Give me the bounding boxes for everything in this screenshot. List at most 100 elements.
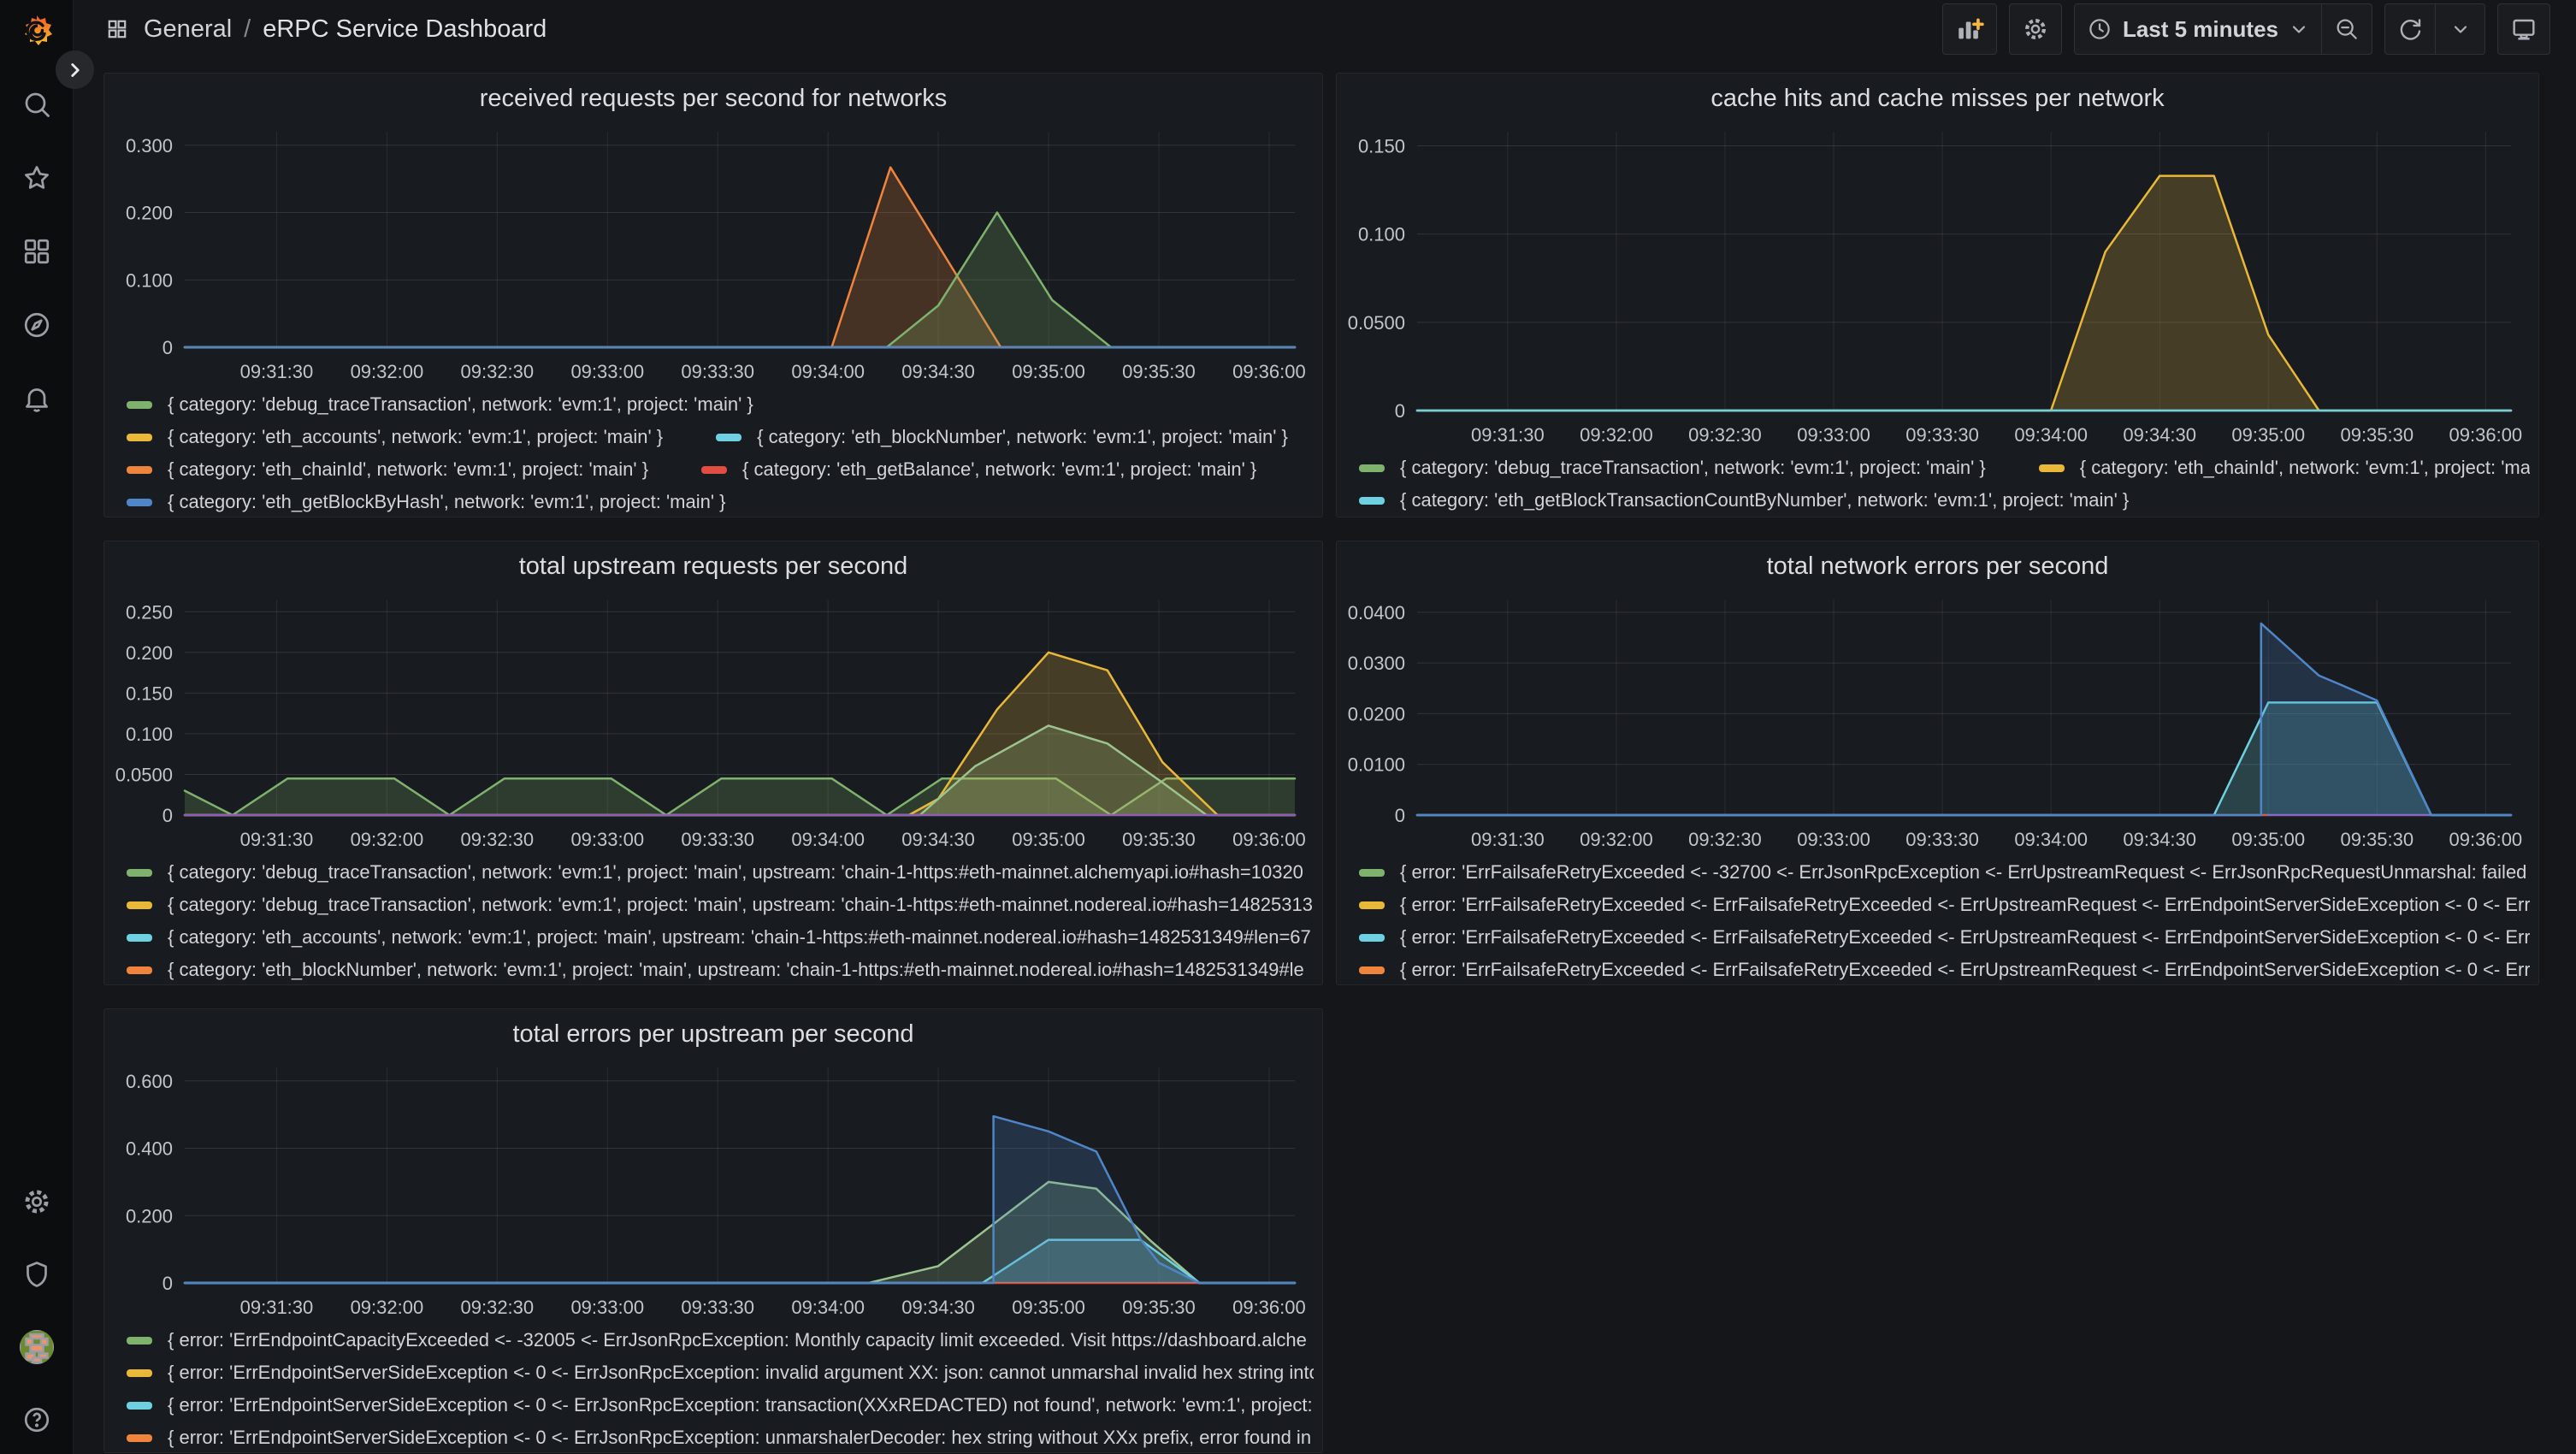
grafana-logo[interactable] <box>17 12 56 51</box>
settings-gear-icon <box>21 1186 52 1217</box>
refresh-button[interactable] <box>2384 3 2436 55</box>
sidebar-expand-button[interactable] <box>56 50 94 89</box>
svg-text:09:33:30: 09:33:30 <box>681 361 754 382</box>
svg-text:09:36:00: 09:36:00 <box>2449 829 2523 850</box>
legend-series-label: { category: 'debug_traceTransaction', ne… <box>168 861 1303 884</box>
timeseries-chart[interactable]: 00.05000.1000.1500.2000.25009:31:3009:32… <box>104 588 1322 854</box>
legend-row: { error: 'ErrEndpointServerSideException… <box>127 1356 1314 1389</box>
refresh-interval-dropdown[interactable] <box>2436 3 2485 55</box>
zoom-out-time-button[interactable] <box>2322 3 2372 55</box>
add-panel-icon <box>1955 15 1984 44</box>
svg-text:09:35:30: 09:35:30 <box>1122 829 1196 850</box>
sidebar-item-starred[interactable] <box>18 159 56 197</box>
legend-series-label: { category: 'eth_getBlockTransactionCoun… <box>1400 489 2129 511</box>
legend-row: { error: 'ErrFailsafeRetryExceeded <- Er… <box>1359 889 2530 921</box>
legend-item[interactable]: { category: 'eth_chainId', network: 'evm… <box>127 458 648 481</box>
legend-item[interactable]: { error: 'ErrFailsafeRetryExceeded <- Er… <box>1359 926 2530 949</box>
top-header: General / eRPC Service Dashboard Last 5 … <box>74 0 2576 58</box>
time-range-label: Last 5 minutes <box>2123 16 2278 43</box>
legend-item[interactable]: { error: 'ErrEndpointServerSideException… <box>127 1427 1311 1449</box>
sidebar-item-server-admin[interactable] <box>18 1256 56 1293</box>
timeseries-chart[interactable]: 00.1000.2000.30009:31:3009:32:0009:32:30… <box>104 120 1322 387</box>
cycle-view-mode-button[interactable] <box>2497 3 2550 55</box>
svg-text:09:31:30: 09:31:30 <box>240 361 314 382</box>
legend-series-swatch <box>1359 966 1385 974</box>
legend-series-swatch <box>716 434 741 441</box>
sidebar-item-alerting[interactable] <box>18 380 56 417</box>
legend-series-label: { category: 'eth_chainId', network: 'evm… <box>2080 457 2530 479</box>
panel-network-errors: total network errors per second 00.01000… <box>1336 541 2539 985</box>
page-title[interactable]: eRPC Service Dashboard <box>263 15 547 44</box>
svg-text:09:35:30: 09:35:30 <box>1122 361 1196 382</box>
dashboard-settings-button[interactable] <box>2009 3 2062 55</box>
sidebar-item-dashboards[interactable] <box>18 233 56 270</box>
svg-text:09:32:00: 09:32:00 <box>351 1297 424 1318</box>
nav-sidebar <box>0 0 74 1454</box>
panel-title[interactable]: received requests per second for network… <box>104 74 1322 120</box>
legend-item[interactable]: { error: 'ErrFailsafeRetryExceeded <- Er… <box>1359 894 2530 916</box>
svg-text:09:34:00: 09:34:00 <box>791 1297 865 1318</box>
timeseries-chart[interactable]: 00.01000.02000.03000.040009:31:3009:32:0… <box>1337 588 2538 854</box>
legend-item[interactable]: { category: 'eth_getBalance', network: '… <box>701 458 1256 481</box>
legend-item[interactable]: { category: 'eth_blockNumber', network: … <box>127 959 1304 981</box>
legend-series-swatch <box>127 1434 152 1442</box>
legend-series-label: { category: 'debug_traceTransaction', ne… <box>1400 457 1986 479</box>
panel-title[interactable]: total network errors per second <box>1337 541 2538 588</box>
panel-errors-per-upstream: total errors per upstream per second 00.… <box>103 1008 1323 1453</box>
legend-item[interactable]: { error: 'ErrEndpointServerSideException… <box>127 1362 1314 1384</box>
legend-item[interactable]: { error: 'ErrEndpointCapacityExceeded <-… <box>127 1329 1307 1351</box>
legend-item[interactable]: { category: 'eth_blockNumber', network: … <box>716 426 1288 448</box>
legend-item[interactable]: { error: 'ErrEndpointServerSideException… <box>127 1394 1314 1416</box>
legend-item[interactable]: { category: 'debug_traceTransaction', ne… <box>1359 457 1986 479</box>
svg-text:0.200: 0.200 <box>126 642 173 664</box>
legend-item[interactable]: { category: 'eth_getBlockByHash', networ… <box>127 491 726 513</box>
svg-text:09:32:30: 09:32:30 <box>461 361 535 382</box>
refresh-icon <box>2397 16 2423 42</box>
svg-text:09:34:30: 09:34:30 <box>901 1297 975 1318</box>
legend-item[interactable]: { category: 'eth_accounts', network: 'ev… <box>127 426 663 448</box>
svg-text:09:35:30: 09:35:30 <box>1122 1297 1196 1318</box>
sidebar-item-explore[interactable] <box>18 306 56 344</box>
legend-series-swatch <box>1359 934 1385 942</box>
svg-text:09:34:00: 09:34:00 <box>791 361 865 382</box>
legend-series-swatch <box>127 1337 152 1345</box>
legend-item[interactable]: { error: 'ErrFailsafeRetryExceeded <- Er… <box>1359 959 2530 981</box>
svg-text:09:33:00: 09:33:00 <box>570 829 644 850</box>
panel-title[interactable]: cache hits and cache misses per network <box>1337 74 2538 120</box>
sidebar-item-configuration[interactable] <box>18 1183 56 1221</box>
svg-text:09:33:00: 09:33:00 <box>570 1297 644 1318</box>
timeseries-chart[interactable]: 00.05000.1000.15009:31:3009:32:0009:32:3… <box>1337 120 2538 450</box>
svg-text:09:33:00: 09:33:00 <box>570 361 644 382</box>
svg-text:09:34:30: 09:34:30 <box>901 361 975 382</box>
panel-legend: { category: 'debug_traceTransaction', ne… <box>104 387 1322 517</box>
legend-item[interactable]: { category: 'eth_accounts', network: 'ev… <box>127 926 1311 949</box>
panel-title[interactable]: total errors per upstream per second <box>104 1009 1322 1055</box>
breadcrumb-section[interactable]: General <box>144 15 232 44</box>
svg-text:0.0200: 0.0200 <box>1348 703 1405 724</box>
svg-text:0.150: 0.150 <box>1358 136 1405 157</box>
chevron-right-icon <box>64 59 86 81</box>
legend-item[interactable]: { category: 'debug_traceTransaction', ne… <box>127 861 1303 884</box>
legend-item[interactable]: { category: 'debug_traceTransaction', ne… <box>127 894 1313 916</box>
svg-text:09:32:30: 09:32:30 <box>461 1297 535 1318</box>
legend-series-label: { category: 'eth_blockNumber', network: … <box>757 426 1288 448</box>
breadcrumb-separator: / <box>244 15 251 44</box>
breadcrumb-grid-icon <box>106 18 128 40</box>
sidebar-item-help[interactable] <box>18 1401 56 1439</box>
legend-item[interactable]: { category: 'eth_getBlockTransactionCoun… <box>1359 489 2129 511</box>
timeseries-chart[interactable]: 00.2000.4000.60009:31:3009:32:0009:32:30… <box>104 1055 1322 1322</box>
legend-item[interactable]: { category: 'eth_chainId', network: 'evm… <box>2039 457 2530 479</box>
legend-item[interactable]: { category: 'debug_traceTransaction', ne… <box>127 393 753 416</box>
legend-item[interactable]: { error: 'ErrFailsafeRetryExceeded <- -3… <box>1359 861 2530 884</box>
sidebar-item-search[interactable] <box>18 86 56 123</box>
svg-text:09:35:00: 09:35:00 <box>1012 361 1085 382</box>
user-avatar[interactable] <box>18 1328 56 1366</box>
svg-text:09:33:30: 09:33:30 <box>1905 829 1979 850</box>
svg-text:09:33:00: 09:33:00 <box>1797 829 1870 850</box>
time-range-picker[interactable]: Last 5 minutes <box>2074 3 2322 55</box>
add-panel-button[interactable] <box>1942 3 1997 55</box>
svg-text:09:32:30: 09:32:30 <box>461 829 535 850</box>
panel-title[interactable]: total upstream requests per second <box>104 541 1322 588</box>
svg-text:0.0400: 0.0400 <box>1348 602 1405 624</box>
breadcrumb: General / eRPC Service Dashboard <box>144 15 547 44</box>
